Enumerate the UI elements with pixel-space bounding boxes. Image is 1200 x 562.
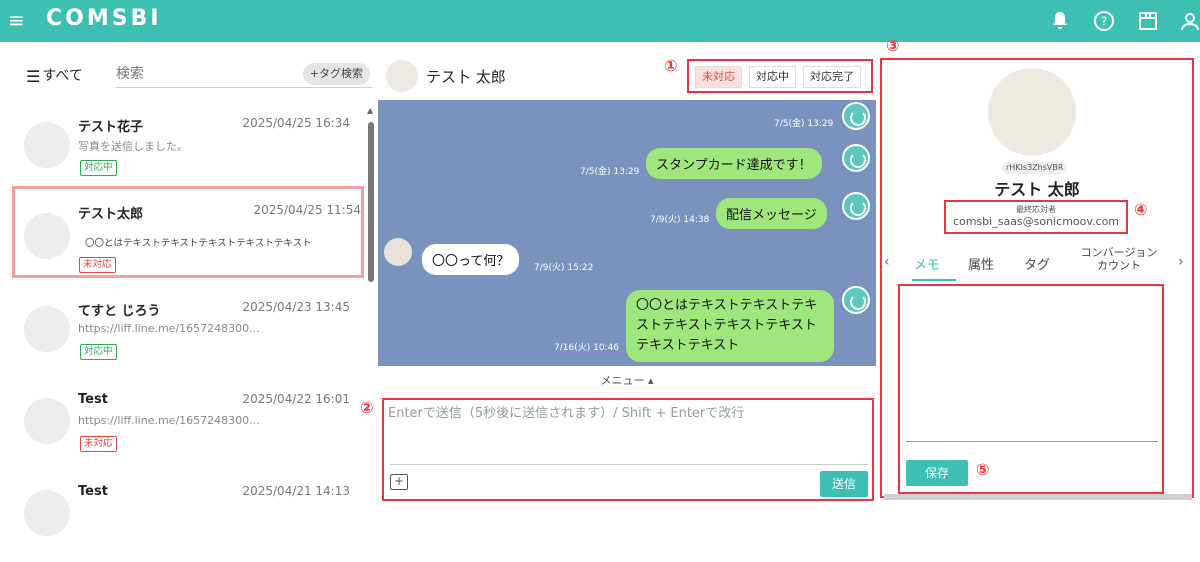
- conversation-item[interactable]: Test 2025/04/22 16:01 https://liff.line.…: [12, 378, 364, 470]
- scroll-up-icon[interactable]: ▲: [367, 106, 373, 115]
- send-button[interactable]: 送信: [820, 471, 868, 497]
- last-operator-email: comsbi_saas@sonicmoov.com: [952, 215, 1120, 228]
- contact-avatar: [386, 60, 418, 92]
- contact-name: テスト太郎: [78, 207, 144, 222]
- scroll-thumb[interactable]: [368, 122, 374, 282]
- tab-tags[interactable]: タグ: [1024, 254, 1050, 273]
- message-preview: https://liff.line.me/1657248300...: [78, 322, 260, 335]
- filter-label: すべて: [42, 68, 83, 84]
- profile-tabs: ‹ メモ 属性 タグ コンバージョン カウント ›: [882, 246, 1192, 281]
- memo-textarea[interactable]: [906, 292, 1158, 442]
- store-icon[interactable]: [1136, 9, 1160, 33]
- avatar: [24, 213, 70, 259]
- profile-horizontal-scrollbar[interactable]: [884, 494, 1192, 500]
- annotation-2: ②: [360, 398, 374, 417]
- contact-name: テスト花子: [78, 120, 144, 135]
- conversation-item-selected[interactable]: テスト太郎 2025/04/25 11:54 〇〇とはテキストテキストテキストテ…: [12, 186, 364, 278]
- status-done-button[interactable]: 対応完了: [803, 66, 861, 88]
- conversation-item[interactable]: テスト花子 2025/04/25 16:34 写真を送信しました。 対応中: [12, 102, 364, 194]
- tab-conversion-count[interactable]: コンバージョン カウント: [1074, 246, 1164, 272]
- filter-dropdown[interactable]: ☰ すべて: [26, 65, 83, 86]
- chevron-left-icon[interactable]: ‹: [884, 254, 890, 270]
- tag-search-button[interactable]: +タグ検索: [302, 63, 370, 85]
- status-badge: 対応中: [80, 344, 117, 360]
- avatar: [24, 490, 70, 536]
- status-unhandled-button[interactable]: 未対応: [695, 66, 742, 88]
- message-time: 7/5(金) 13:29: [580, 167, 640, 177]
- message-bubble: 配信メッセージ: [716, 198, 827, 229]
- search-input[interactable]: [116, 62, 296, 82]
- save-button[interactable]: 保存: [906, 460, 968, 486]
- profile-avatar: [988, 68, 1076, 156]
- list-scrollbar[interactable]: ▲: [367, 106, 375, 505]
- timestamp: 2025/04/22 16:01: [242, 392, 350, 406]
- message-input-area: Enterで送信（5秒後に送信されます）/ Shift + Enterで改行 +…: [382, 398, 874, 501]
- help-icon[interactable]: ?: [1092, 9, 1116, 33]
- message-time: 7/16(火) 10:46: [554, 343, 620, 353]
- memo-section: 保存: [898, 284, 1164, 494]
- divider: [390, 464, 868, 465]
- message-bubble: 〇〇とはテキストテキストテキストテキストテキストテキストテキストテキスト: [626, 290, 834, 362]
- search-bar: +タグ検索: [116, 62, 372, 88]
- user-id-tag: rHKIs3ZhsVBR: [1002, 162, 1068, 174]
- bot-avatar-icon: [842, 102, 870, 130]
- status-in-progress-button[interactable]: 対応中: [749, 66, 796, 88]
- message-time: 7/5(金) 13:29: [774, 119, 834, 129]
- last-operator-label: 最終応対者: [1016, 205, 1056, 214]
- user-avatar: [384, 238, 412, 266]
- avatar: [24, 398, 70, 444]
- filter-list-icon: ☰: [26, 66, 41, 86]
- message-time: 7/9(火) 14:38: [650, 215, 710, 225]
- profile-name: テスト 太郎: [994, 180, 1080, 199]
- menu-icon[interactable]: ≡: [8, 10, 26, 32]
- timestamp: 2025/04/21 14:13: [242, 484, 350, 498]
- annotation-4: ④: [1134, 200, 1148, 219]
- svg-text:?: ?: [1101, 15, 1107, 29]
- annotation-1: ①: [664, 56, 678, 75]
- bot-avatar-icon: [842, 286, 870, 314]
- timestamp: 2025/04/25 16:34: [242, 116, 350, 130]
- top-bar: ≡ COMSBI ?: [0, 0, 1200, 42]
- annotation-5: ⑤: [976, 460, 990, 479]
- contact-name: てすと じろう: [78, 304, 161, 319]
- rich-menu-toggle[interactable]: メニュー ▴: [378, 366, 876, 396]
- bot-avatar-icon: [842, 192, 870, 220]
- annotation-3: ③: [886, 36, 900, 55]
- bell-icon[interactable]: [1048, 9, 1072, 33]
- tab-attributes[interactable]: 属性: [968, 254, 994, 273]
- message-time: 7/9(火) 15:22: [534, 263, 594, 273]
- chevron-right-icon[interactable]: ›: [1178, 254, 1184, 270]
- status-badge: 未対応: [79, 257, 116, 273]
- message-preview: https://liff.line.me/1657248300...: [78, 414, 260, 427]
- message-preview: 写真を送信しました。: [78, 140, 188, 153]
- user-icon[interactable]: [1178, 9, 1200, 33]
- timestamp: 2025/04/23 13:45: [242, 300, 350, 314]
- status-badge: 未対応: [80, 436, 117, 452]
- avatar: [24, 122, 70, 168]
- status-badge: 対応中: [80, 160, 117, 176]
- conversation-list: ☰すべて +タグ検索 テスト花子 2025/04/25 16:34 写真を送信し…: [0, 42, 378, 536]
- avatar: [24, 306, 70, 352]
- timestamp: 2025/04/25 11:54: [253, 203, 361, 217]
- tab-memo[interactable]: メモ: [914, 254, 940, 273]
- last-operator: 最終応対者 comsbi_saas@sonicmoov.com: [944, 200, 1128, 234]
- conversation-item[interactable]: てすと じろう 2025/04/23 13:45 https://liff.li…: [12, 286, 364, 378]
- tab-underline: [912, 279, 956, 281]
- status-toggle-group: 未対応 対応中 対応完了: [687, 59, 873, 93]
- message-input[interactable]: Enterで送信（5秒後に送信されます）/ Shift + Enterで改行: [388, 402, 744, 421]
- app-logo[interactable]: COMSBI: [46, 6, 162, 31]
- conversation-item[interactable]: Test 2025/04/21 14:13: [12, 470, 364, 562]
- message-preview: 〇〇とはテキストテキストテキストテキストテキスト: [85, 238, 312, 249]
- add-content-icon[interactable]: +: [390, 474, 408, 490]
- message-bubble: 〇〇って何？: [422, 244, 520, 275]
- chat-messages: 7/5(金) 13:29 スタンプカード達成です！ 7/5(金) 13:29 配…: [378, 100, 876, 366]
- contact-name: Test: [78, 484, 108, 499]
- message-bubble: スタンプカード達成です！: [646, 148, 822, 179]
- bot-avatar-icon: [842, 144, 870, 172]
- chat-contact-name: テス卜 太郎: [426, 68, 506, 86]
- profile-panel: rHKIs3ZhsVBR テスト 太郎 最終応対者 comsbi_saas@so…: [880, 58, 1194, 498]
- contact-name: Test: [78, 392, 108, 407]
